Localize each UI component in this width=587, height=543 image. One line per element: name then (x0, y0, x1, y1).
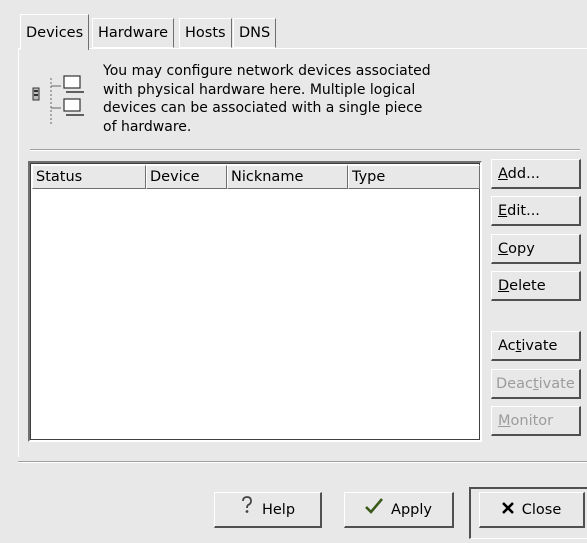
close-button[interactable]: Close (479, 492, 585, 528)
help-label: Help (261, 502, 296, 518)
apply-button[interactable]: Apply (344, 492, 454, 528)
tab-hardware[interactable]: Hardware (92, 18, 175, 48)
close-label: Close (521, 502, 562, 518)
separator-bottom (18, 461, 587, 463)
checkmark-icon (365, 493, 384, 527)
tab-devices[interactable]: Devices (20, 14, 90, 50)
help-button[interactable]: Help (214, 492, 322, 528)
apply-label: Apply (391, 502, 432, 518)
tab-hosts[interactable]: Hosts (179, 18, 232, 48)
x-close-icon (501, 493, 514, 527)
help-icon (240, 493, 254, 527)
tab-dns[interactable]: DNS (233, 18, 277, 48)
tab-panel-devices (18, 48, 587, 457)
